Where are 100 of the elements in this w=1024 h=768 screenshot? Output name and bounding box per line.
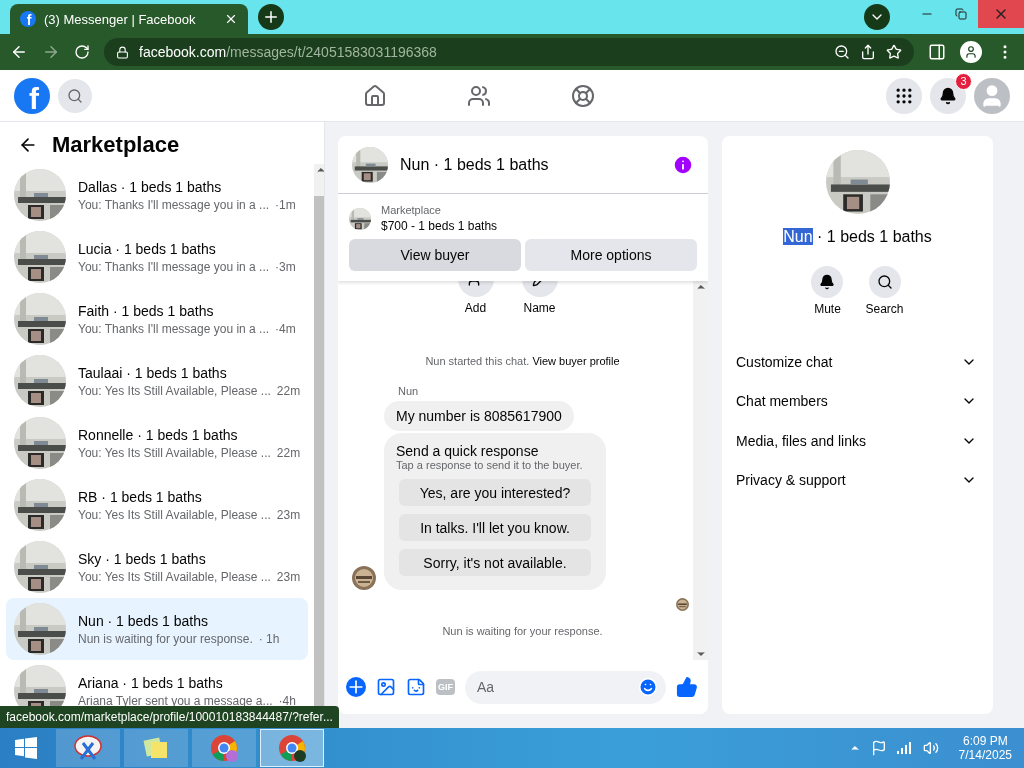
conversation-name: Ronnelle · 1 beds 1 baths: [78, 426, 239, 443]
chrome-icon[interactable]: [277, 733, 307, 763]
message-time: 23m: [276, 507, 301, 522]
volume-icon[interactable]: [922, 740, 939, 756]
info-icon[interactable]: [672, 153, 694, 176]
scrollbar[interactable]: [693, 281, 708, 660]
message-preview: You: Yes Its Still Available, Please ...: [78, 383, 271, 398]
friends-icon[interactable]: [467, 83, 491, 108]
zoom-out-icon[interactable]: [834, 44, 850, 60]
conversation-name: Dallas · 1 beds 1 baths: [78, 178, 223, 195]
emoji-icon[interactable]: [638, 677, 658, 697]
conversation-name: Faith · 1 beds 1 baths: [78, 302, 215, 319]
message-input[interactable]: Aa: [465, 670, 666, 704]
back-icon[interactable]: [10, 43, 28, 61]
message-time: 22m: [276, 445, 301, 460]
bell-icon[interactable]: [819, 274, 836, 290]
conversation-item[interactable]: Sky · 1 beds 1 baths You: Yes Its Still Available, Please ... 23m: [6, 536, 309, 598]
bell-icon[interactable]: [939, 86, 957, 105]
message-preview: You: Thanks I'll message you in a ...: [78, 197, 270, 212]
taskbar-button[interactable]: [56, 729, 120, 767]
groups-icon[interactable]: [571, 83, 595, 108]
message-preview: You: Thanks I'll message you in a ...: [78, 259, 270, 274]
lock-icon: [116, 45, 129, 59]
restore-icon[interactable]: [955, 8, 967, 20]
message-bubble: My number is 8085617900: [384, 401, 574, 431]
message-time: ·4h: [278, 693, 296, 708]
action-button[interactable]: More options: [525, 239, 697, 271]
message-time: ·3m: [275, 259, 296, 274]
start-icon[interactable]: [14, 736, 38, 760]
message-preview: You: Yes Its Still Available, Please ...: [78, 569, 271, 584]
message-preview: Nun is waiting for your response.: [78, 631, 253, 646]
facebook-logo: f: [20, 11, 36, 27]
like-icon[interactable]: [676, 676, 698, 698]
quick-reply-button[interactable]: Sorry, it's not available.: [399, 549, 591, 576]
flag-icon[interactable]: [870, 740, 887, 756]
action-label: Add: [464, 301, 487, 315]
action-label: Search: [865, 302, 904, 316]
system-message: Nun started this chat. View buyer profile: [424, 355, 621, 367]
section-header[interactable]: Privacy & support: [722, 460, 993, 500]
tab-search-button[interactable]: [864, 4, 890, 30]
message-time: 22m: [276, 383, 301, 398]
notifications-button[interactable]: [930, 77, 966, 114]
plus-icon[interactable]: [346, 677, 366, 697]
sidebar-title: Marketplace: [52, 132, 180, 158]
message-preview: You: Yes Its Still Available, Please ...: [78, 507, 271, 522]
conversation-name: Taulaai · 1 beds 1 baths: [78, 364, 228, 381]
message-time: ·4m: [275, 321, 296, 336]
reload-icon[interactable]: [74, 44, 90, 60]
section-header[interactable]: Chat members: [722, 381, 993, 421]
menu-button[interactable]: [886, 77, 922, 114]
conversation-name: Ariana · 1 beds 1 baths: [78, 674, 224, 691]
mute-button[interactable]: [811, 266, 844, 298]
conversation-name: Sky · 1 beds 1 baths: [78, 550, 207, 567]
conversation-item[interactable]: Dallas · 1 beds 1 baths You: Thanks I'll message you in a ... ·1m: [6, 164, 309, 226]
action-label: Name: [523, 301, 556, 315]
notification-badge: 3: [955, 72, 972, 90]
message-time: 23m: [276, 569, 301, 584]
search-button[interactable]: [868, 266, 901, 298]
side-panel-icon[interactable]: [928, 43, 946, 61]
listing-label: Marketplace: [381, 204, 442, 216]
conversation-item[interactable]: Ronnelle · 1 beds 1 baths You: Yes Its Still Available, Please ... 22m: [6, 412, 309, 474]
facebook-logo[interactable]: f: [14, 77, 50, 114]
message-preview: You: Yes Its Still Available, Please ...: [78, 445, 271, 460]
quick-response-subtitle: Tap a response to send it to the buyer.: [396, 459, 584, 471]
conversation-name: Lucia · 1 beds 1 baths: [78, 240, 217, 257]
conversation-item[interactable]: Taulaai · 1 beds 1 baths You: Yes Its Still Available, Please ... 22m: [6, 350, 309, 412]
listing-title: $700 - 1 beds 1 baths: [381, 219, 498, 233]
address-bar[interactable]: facebook.com/messages/t/24051583031196368: [104, 38, 914, 66]
sticker-icon[interactable]: [406, 677, 426, 697]
section-header[interactable]: Media, files and links: [722, 421, 993, 461]
waiting-notice: Nun is waiting for your response.: [441, 625, 604, 637]
home-icon[interactable]: [363, 83, 387, 108]
taskbar-button[interactable]: [260, 729, 324, 767]
contact-name: Nun · 1 beds 1 baths: [783, 228, 932, 246]
photo-icon[interactable]: [376, 677, 396, 697]
share-icon[interactable]: [860, 44, 876, 60]
quick-reply-button[interactable]: Yes, are you interested?: [399, 479, 591, 506]
search-icon[interactable]: [876, 274, 893, 290]
conversation-name: Nun · 1 beds 1 baths: [78, 612, 209, 629]
forward-icon[interactable]: [42, 43, 60, 61]
conversation-name: RB · 1 beds 1 baths: [78, 488, 203, 505]
conversation-item[interactable]: RB · 1 beds 1 baths You: Yes Its Still Available, Please ... 23m: [6, 474, 309, 536]
conversation-item[interactable]: Lucia · 1 beds 1 baths You: Thanks I'll message you in a ... ·3m: [6, 226, 309, 288]
message-time: · 1h: [258, 631, 280, 646]
quick-response-title: Send a quick response: [396, 443, 540, 459]
browser-tab[interactable]: f (3) Messenger | Facebook: [10, 4, 248, 34]
message-time: ·1m: [275, 197, 296, 212]
conversation-item[interactable]: Nun · 1 beds 1 baths Nun is waiting for your response. · 1h: [6, 598, 309, 660]
section-header[interactable]: Customize chat: [722, 342, 993, 382]
action-label: Mute: [814, 302, 841, 316]
link-status-tooltip: facebook.com/marketplace/profile/100010183844487/?refer...: [0, 706, 339, 728]
conversation-item[interactable]: Faith · 1 beds 1 baths You: Thanks I'll message you in a ... ·4m: [6, 288, 309, 350]
signal-icon[interactable]: [896, 742, 913, 754]
buyer-profile-link[interactable]: View buyer profile: [532, 355, 620, 367]
message-preview: You: Thanks I'll message you in a ...: [78, 321, 270, 336]
close-icon[interactable]: [224, 12, 238, 26]
action-button[interactable]: View buyer: [349, 239, 521, 271]
chat-title: Nun · 1 beds 1 baths: [400, 155, 550, 174]
quick-reply-button[interactable]: In talks. I'll let you know.: [399, 514, 591, 541]
bookmark-star-icon[interactable]: [886, 44, 902, 60]
